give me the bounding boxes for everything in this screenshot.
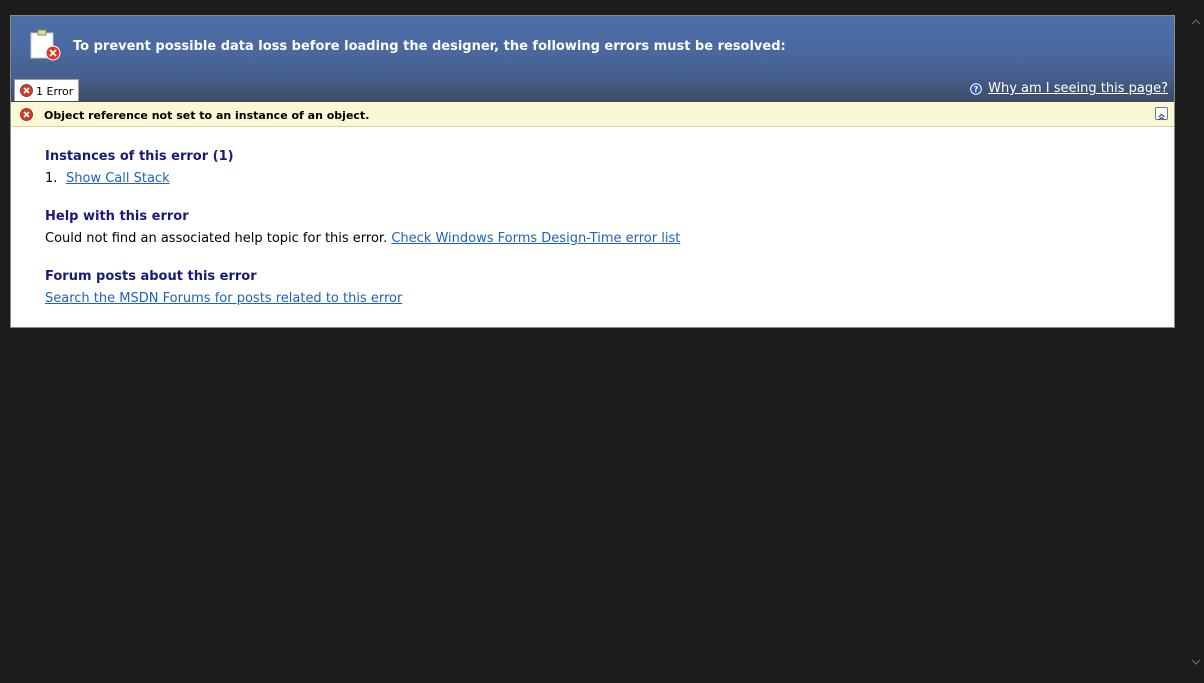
error-details: Instances of this error (1) 1. Show Call … xyxy=(11,127,1174,308)
error-banner: To prevent possible data loss before loa… xyxy=(11,16,1174,102)
help-section: Help with this error Could not find an a… xyxy=(45,208,1174,248)
scroll-up-icon[interactable] xyxy=(1190,16,1202,28)
tab-errors[interactable]: 1 Error xyxy=(14,79,80,101)
why-seeing-page-label: Why am I seeing this page? xyxy=(988,81,1168,96)
forum-section: Forum posts about this error Search the … xyxy=(45,268,1174,308)
scroll-down-icon[interactable] xyxy=(1190,656,1202,668)
help-heading: Help with this error xyxy=(45,209,189,224)
check-error-list-link[interactable]: Check Windows Forms Design-Time error li… xyxy=(391,231,680,246)
help-icon: ? xyxy=(970,82,982,95)
collapse-up-icon xyxy=(1158,113,1165,121)
instances-heading: Instances of this error (1) xyxy=(45,149,234,164)
error-message-bar: Object reference not set to an instance … xyxy=(11,102,1174,127)
search-msdn-forums-link[interactable]: Search the MSDN Forums for posts related… xyxy=(45,291,402,306)
designer-error-panel: To prevent possible data loss before loa… xyxy=(10,15,1175,328)
svg-text:?: ? xyxy=(974,85,979,94)
collapse-button[interactable] xyxy=(1155,107,1168,121)
tab-errors-label: 1 Error xyxy=(36,85,74,98)
show-call-stack-link[interactable]: Show Call Stack xyxy=(66,171,170,186)
error-icon xyxy=(20,84,33,97)
help-line: Could not find an associated help topic … xyxy=(45,230,1174,248)
instances-section: Instances of this error (1) 1. Show Call … xyxy=(45,148,1174,188)
forum-heading: Forum posts about this error xyxy=(45,269,257,284)
error-message: Object reference not set to an instance … xyxy=(44,108,370,122)
document-error-icon xyxy=(30,29,61,61)
error-icon xyxy=(20,107,33,121)
why-seeing-page-link[interactable]: ? Why am I seeing this page? xyxy=(970,81,1168,96)
help-text: Could not find an associated help topic … xyxy=(45,231,388,246)
list-item: 1. Show Call Stack xyxy=(45,170,1174,188)
banner-title: To prevent possible data loss before loa… xyxy=(73,39,786,54)
list-item-number: 1. xyxy=(45,171,58,186)
forum-line: Search the MSDN Forums for posts related… xyxy=(45,290,1174,308)
